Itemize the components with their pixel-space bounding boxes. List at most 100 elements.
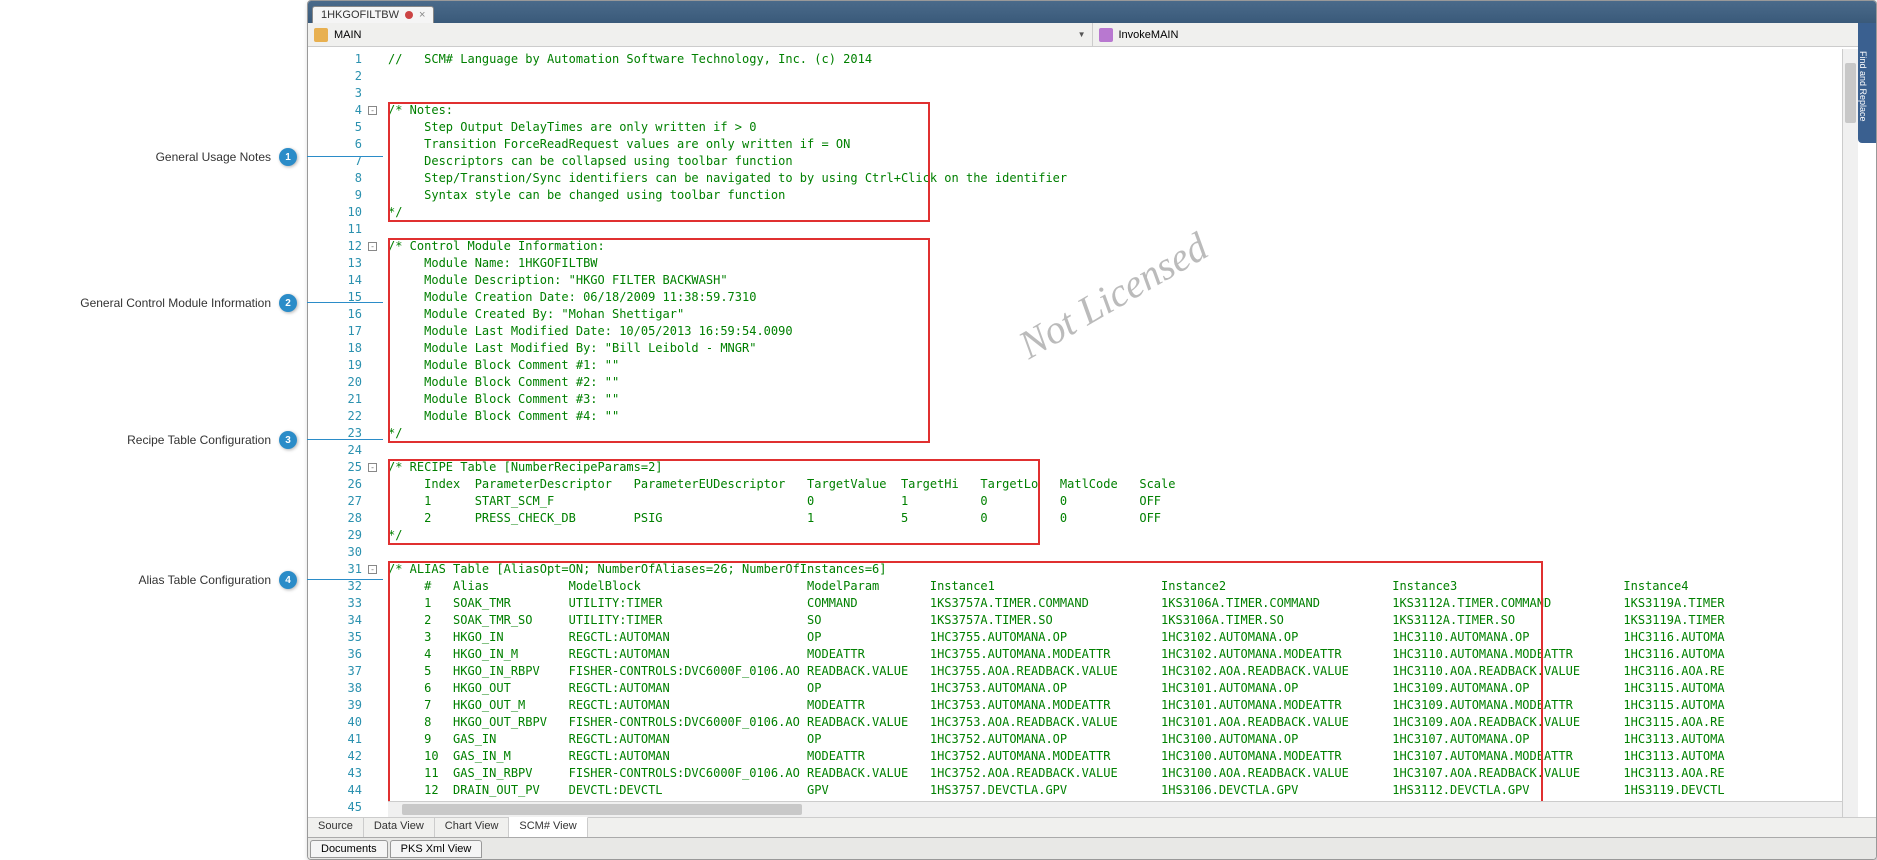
fold-toggle-icon[interactable]: - <box>368 106 377 115</box>
line-number: 38 <box>308 680 362 697</box>
view-tab-chart-view[interactable]: Chart View <box>435 818 510 837</box>
code-area[interactable]: Not Licensed // SCM# Language by Automat… <box>388 47 1876 817</box>
code-line[interactable]: */ <box>388 425 1876 442</box>
code-line[interactable]: */ <box>388 204 1876 221</box>
code-line[interactable]: 4 HKGO_IN_M REGCTL:AUTOMAN MODEATTR 1HC3… <box>388 646 1876 663</box>
code-line[interactable]: 12 DRAIN_OUT_PV DEVCTL:DEVCTL GPV 1HS375… <box>388 782 1876 799</box>
scrollbar-thumb[interactable] <box>1845 63 1856 123</box>
code-line[interactable]: 8 HKGO_OUT_RBPV FISHER-CONTROLS:DVC6000F… <box>388 714 1876 731</box>
code-line[interactable]: 2 PRESS_CHECK_DB PSIG 1 5 0 0 OFF <box>388 510 1876 527</box>
fold-cell <box>368 51 388 68</box>
line-number: 41 <box>308 731 362 748</box>
app-root: General Usage Notes1General Control Modu… <box>0 0 1877 860</box>
file-tabbar: 1HKGOFILTBW × <box>308 1 1876 23</box>
annotation-label: Recipe Table Configuration <box>127 433 271 447</box>
annotation-badge: 1 <box>279 148 297 166</box>
code-line[interactable]: Index ParameterDescriptor ParameterEUDes… <box>388 476 1876 493</box>
fold-toggle-icon[interactable]: - <box>368 463 377 472</box>
code-line[interactable] <box>388 68 1876 85</box>
file-tab[interactable]: 1HKGOFILTBW × <box>312 6 434 23</box>
code-line[interactable]: Module Block Comment #4: "" <box>388 408 1876 425</box>
code-line[interactable]: Descriptors can be collapsed using toolb… <box>388 153 1876 170</box>
fold-cell <box>368 119 388 136</box>
code-line[interactable]: 10 GAS_IN_M REGCTL:AUTOMAN MODEATTR 1HC3… <box>388 748 1876 765</box>
fold-cell <box>368 527 388 544</box>
code-line[interactable]: Module Name: 1HKGOFILTBW <box>388 255 1876 272</box>
annotation-badge: 4 <box>279 571 297 589</box>
annotation-sidebar: General Usage Notes1General Control Modu… <box>0 0 307 860</box>
line-number: 2 <box>308 68 362 85</box>
view-tabs: SourceData ViewChart ViewSCM# View <box>308 817 1876 837</box>
code-line[interactable]: Module Last Modified By: "Bill Leibold -… <box>388 340 1876 357</box>
code-line[interactable]: /* Notes: <box>388 102 1876 119</box>
code-line[interactable]: Module Block Comment #2: "" <box>388 374 1876 391</box>
view-tab-source[interactable]: Source <box>308 818 364 837</box>
code-line[interactable] <box>388 85 1876 102</box>
fold-toggle-icon[interactable]: - <box>368 242 377 251</box>
line-number: 44 <box>308 782 362 799</box>
code-line[interactable]: Syntax style can be changed using toolba… <box>388 187 1876 204</box>
code-line[interactable]: 7 HKGO_OUT_M REGCTL:AUTOMAN MODEATTR 1HC… <box>388 697 1876 714</box>
code-line[interactable]: Module Created By: "Mohan Shettigar" <box>388 306 1876 323</box>
fold-cell <box>368 493 388 510</box>
code-line[interactable]: // SCM# Language by Automation Software … <box>388 51 1876 68</box>
doc-tab-documents[interactable]: Documents <box>310 840 388 858</box>
view-tab-scm-view[interactable]: SCM# View <box>509 817 587 837</box>
annotation-badge: 2 <box>279 294 297 312</box>
line-number: 13 <box>308 255 362 272</box>
code-line[interactable] <box>388 442 1876 459</box>
code-line[interactable]: Module Block Comment #3: "" <box>388 391 1876 408</box>
fold-cell <box>368 748 388 765</box>
fold-cell <box>368 374 388 391</box>
line-number: 1 <box>308 51 362 68</box>
scope-dropdown[interactable]: MAIN ▼ <box>308 23 1093 46</box>
annotation-label: General Control Module Information <box>80 296 271 310</box>
code-line[interactable]: 2 SOAK_TMR_SO UTILITY:TIMER SO 1KS3757A.… <box>388 612 1876 629</box>
code-line[interactable]: 11 GAS_IN_RBPV FISHER-CONTROLS:DVC6000F_… <box>388 765 1876 782</box>
code-line[interactable]: 3 HKGO_IN REGCTL:AUTOMAN OP 1HC3755.AUTO… <box>388 629 1876 646</box>
module-icon <box>314 28 328 42</box>
code-line[interactable] <box>388 221 1876 238</box>
code-line[interactable]: Module Last Modified Date: 10/05/2013 16… <box>388 323 1876 340</box>
code-line[interactable]: /* ALIAS Table [AliasOpt=ON; NumberOfAli… <box>388 561 1876 578</box>
close-icon[interactable]: × <box>419 9 425 21</box>
fold-cell <box>368 612 388 629</box>
fold-cell <box>368 85 388 102</box>
code-line[interactable]: 5 HKGO_IN_RBPV FISHER-CONTROLS:DVC6000F_… <box>388 663 1876 680</box>
code-line[interactable]: Step/Transtion/Sync identifiers can be n… <box>388 170 1876 187</box>
fold-cell <box>368 799 388 816</box>
line-number: 40 <box>308 714 362 731</box>
code-line[interactable]: 6 HKGO_OUT REGCTL:AUTOMAN OP 1HC3753.AUT… <box>388 680 1876 697</box>
fold-cell <box>368 442 388 459</box>
code-line[interactable]: Transition ForceReadRequest values are o… <box>388 136 1876 153</box>
doc-tab-pks-xml-view[interactable]: PKS Xml View <box>390 840 483 858</box>
dirty-indicator-icon <box>405 11 413 19</box>
code-line[interactable] <box>388 544 1876 561</box>
member-dropdown[interactable]: InvokeMAIN ▼ <box>1093 23 1877 46</box>
file-tab-label: 1HKGOFILTBW <box>321 9 399 21</box>
code-line[interactable]: # Alias ModelBlock ModelParam Instance1 … <box>388 578 1876 595</box>
fold-toggle-icon[interactable]: - <box>368 565 377 574</box>
code-line[interactable]: Module Description: "HKGO FILTER BACKWAS… <box>388 272 1876 289</box>
scrollbar-thumb[interactable] <box>402 804 802 815</box>
code-line[interactable]: 1 START_SCM_F 0 1 0 0 OFF <box>388 493 1876 510</box>
code-line[interactable]: Module Block Comment #1: "" <box>388 357 1876 374</box>
main-window: 1HKGOFILTBW × MAIN ▼ InvokeMAIN ▼ 123456… <box>307 0 1877 860</box>
code-line[interactable]: 1 SOAK_TMR UTILITY:TIMER COMMAND 1KS3757… <box>388 595 1876 612</box>
code-line[interactable]: Step Output DelayTimes are only written … <box>388 119 1876 136</box>
code-line[interactable]: */ <box>388 527 1876 544</box>
doc-tabs: DocumentsPKS Xml View <box>308 837 1876 859</box>
line-number: 28 <box>308 510 362 527</box>
fold-cell <box>368 357 388 374</box>
code-line[interactable]: 9 GAS_IN REGCTL:AUTOMAN OP 1HC3752.AUTOM… <box>388 731 1876 748</box>
code-line[interactable]: /* RECIPE Table [NumberRecipeParams=2] <box>388 459 1876 476</box>
horizontal-scrollbar[interactable] <box>388 801 1842 817</box>
code-line[interactable]: /* Control Module Information: <box>388 238 1876 255</box>
find-replace-panel[interactable]: Find and Replace <box>1858 23 1876 143</box>
annotation-callout: Alias Table Configuration4 <box>138 571 297 589</box>
code-editor[interactable]: 1234567891011121314151617181920212223242… <box>308 47 1876 817</box>
fold-cell <box>368 782 388 799</box>
code-line[interactable]: Module Creation Date: 06/18/2009 11:38:5… <box>388 289 1876 306</box>
vertical-scrollbar[interactable] <box>1842 49 1858 817</box>
view-tab-data-view[interactable]: Data View <box>364 818 435 837</box>
